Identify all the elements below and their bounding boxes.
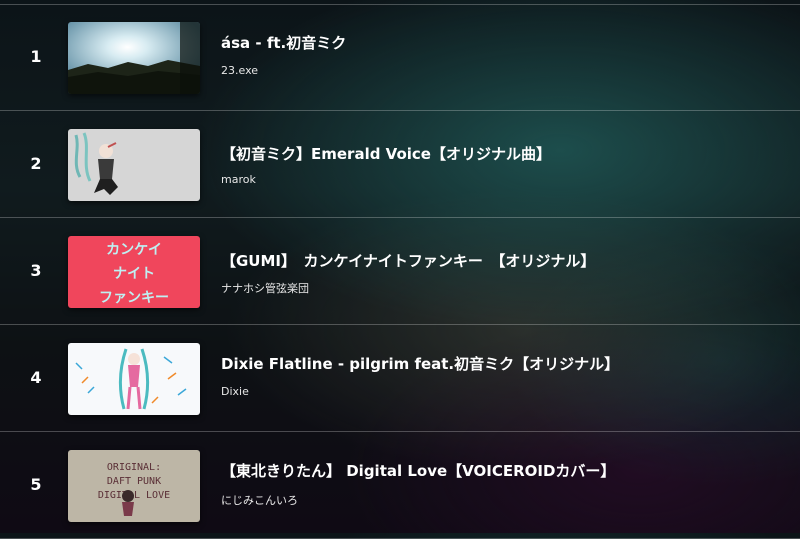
video-artist[interactable]: Dixie <box>221 385 249 398</box>
svg-text:DIGITAL LOVE: DIGITAL LOVE <box>98 490 170 501</box>
video-thumbnail[interactable] <box>68 22 200 94</box>
ranking-list: 1 ásа - ft.初音ミク 23.exe 2 【初音ミク】Emerald V… <box>0 4 800 539</box>
video-artist[interactable]: ナナホシ管弦楽団 <box>221 280 309 296</box>
list-item[interactable]: 4 Dixie Flatline - pilgrim feat.初音ミク【オリジ… <box>0 325 800 432</box>
list-item[interactable]: 3 カンケイ ナイト ファンキー 【GUMI】 カンケイナイトファンキー 【オリ… <box>0 218 800 325</box>
list-item[interactable]: 1 ásа - ft.初音ミク 23.exe <box>0 4 800 111</box>
thumbnail-sunrise-image <box>68 22 200 94</box>
video-title[interactable]: 【東北きりたん】 Digital Love【VOICEROIDカバー】 <box>221 460 615 481</box>
video-thumbnail[interactable] <box>68 343 200 415</box>
video-artist[interactable]: にじみこんいろ <box>221 492 298 508</box>
rank-number: 3 <box>30 261 42 280</box>
video-title[interactable]: ásа - ft.初音ミク <box>221 32 346 53</box>
video-artist[interactable]: 23.exe <box>221 64 258 77</box>
thumbnail-character-image <box>68 129 200 201</box>
svg-text:ファンキー: ファンキー <box>99 290 169 306</box>
video-thumbnail[interactable]: カンケイ ナイト ファンキー <box>68 236 200 308</box>
svg-text:ORIGINAL:: ORIGINAL: <box>107 462 161 473</box>
video-artist[interactable]: marok <box>221 173 256 186</box>
thumbnail-character-image <box>68 343 200 415</box>
rank-number: 2 <box>30 154 42 173</box>
thumbnail-title-card: カンケイ ナイト ファンキー <box>68 236 200 308</box>
rank-number: 5 <box>30 475 42 494</box>
svg-text:DAFT PUNK: DAFT PUNK <box>107 476 161 487</box>
rank-number: 4 <box>30 368 42 387</box>
svg-text:カンケイ: カンケイ <box>106 242 162 258</box>
svg-text:ナイト: ナイト <box>113 266 155 282</box>
video-title[interactable]: 【初音ミク】Emerald Voice【オリジナル曲】 <box>221 143 551 164</box>
video-title[interactable]: 【GUMI】 カンケイナイトファンキー 【オリジナル】 <box>221 250 595 271</box>
rank-number: 1 <box>30 47 42 66</box>
video-thumbnail[interactable]: ORIGINAL: DAFT PUNK DIGITAL LOVE <box>68 450 200 522</box>
list-item[interactable]: 5 ORIGINAL: DAFT PUNK DIGITAL LOVE 【東北きり… <box>0 432 800 539</box>
video-title[interactable]: Dixie Flatline - pilgrim feat.初音ミク【オリジナル… <box>221 353 619 374</box>
thumbnail-title-card: ORIGINAL: DAFT PUNK DIGITAL LOVE <box>68 450 200 522</box>
list-item[interactable]: 2 【初音ミク】Emerald Voice【オリジナル曲】 marok <box>0 111 800 218</box>
video-thumbnail[interactable] <box>68 129 200 201</box>
